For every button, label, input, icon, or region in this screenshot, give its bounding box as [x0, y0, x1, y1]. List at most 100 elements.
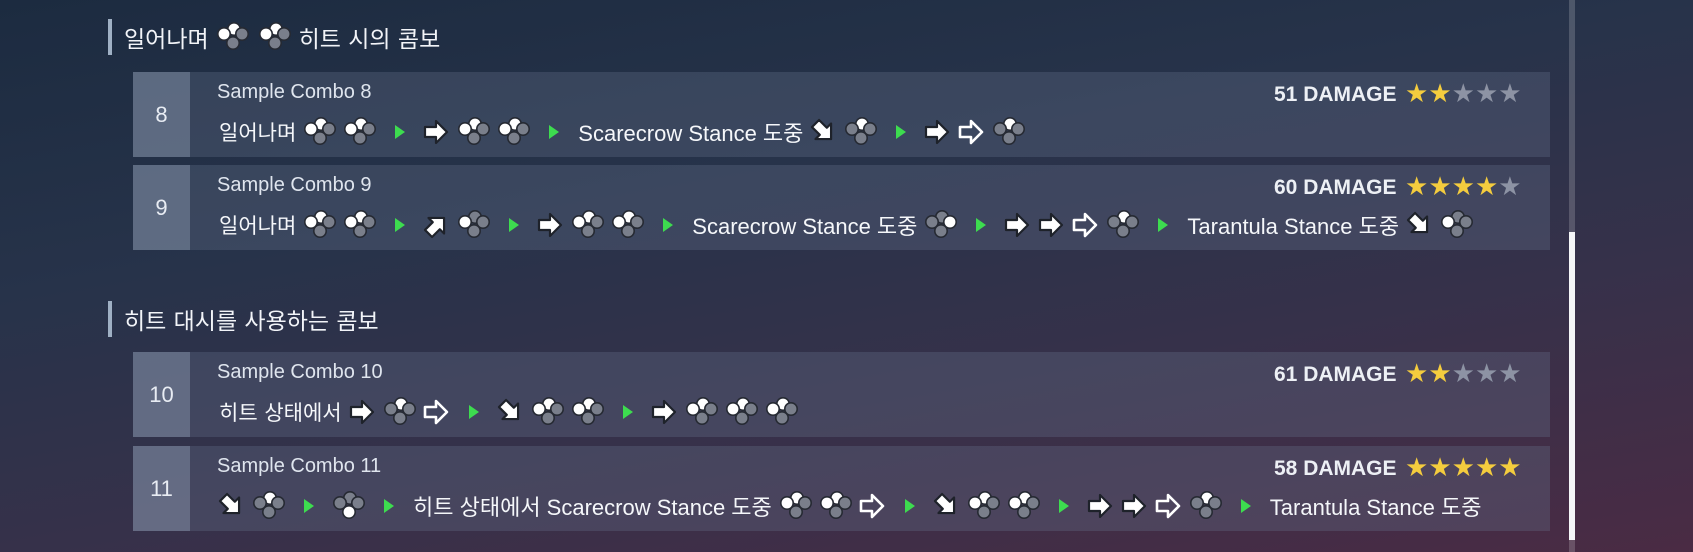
sequence-text: 히트 상태에서 Scarecrow Stance 도중: [413, 495, 772, 520]
combo-damage: 51 DAMAGE: [1274, 83, 1397, 106]
combo-name: Sample Combo 8: [217, 81, 372, 103]
button-4-icon: [923, 209, 959, 241]
combo-card[interactable]: 11 Sample Combo 11 58 DAMAGE ★ ★ ★ ★ ★ 히트 상태에서 S…: [133, 446, 1550, 531]
star-icon: ★: [1451, 172, 1475, 202]
forward-hold-icon: [536, 210, 566, 240]
next-arrow-icon: [622, 404, 634, 420]
button-1-2-icon: [764, 396, 800, 428]
button-1-icon: [1439, 209, 1475, 241]
up-forward-hold-icon: [422, 210, 452, 240]
star-icon: ★: [1451, 79, 1475, 109]
scrollbar[interactable]: [1569, 0, 1575, 552]
sequence-text: Tarantula Stance 도중: [1187, 214, 1400, 239]
next-arrow-icon: [508, 217, 520, 233]
section-title: 히트 대시를 사용하는 콤보: [124, 309, 379, 335]
scrollbar-thumb[interactable]: [1569, 232, 1575, 540]
combo-sequence: 일어나며 Scarecrow Stance 도중 Tarantula Stance …: [217, 207, 1475, 243]
button-1-2-icon: [818, 490, 854, 522]
star-icon: ★: [1498, 453, 1522, 483]
button-1-2-icon: [302, 116, 338, 148]
button-2-icon: [843, 116, 879, 148]
button-1-2-icon: [610, 209, 646, 241]
next-arrow-icon: [548, 124, 560, 140]
down-forward-hold-icon: [1405, 210, 1435, 240]
difficulty-rating: ★ ★ ★ ★ ★: [1405, 79, 1522, 109]
section-title-suffix: 히트 시의 콤보: [298, 27, 441, 53]
forward-tap-icon: [858, 491, 888, 521]
star-icon: ★: [1498, 172, 1522, 202]
star-icon: ★: [1428, 79, 1452, 109]
button-1-2-icon: [342, 209, 378, 241]
next-arrow-icon: [394, 217, 406, 233]
combo-card[interactable]: 10 Sample Combo 10 61 DAMAGE ★ ★ ★ ★ ★ 히트 상태에서: [133, 352, 1550, 437]
combo-sequence: 히트 상태에서: [217, 394, 800, 430]
forward-hold-icon: [1086, 491, 1116, 521]
sequence-text: Tarantula Stance 도중: [1269, 495, 1482, 520]
star-icon: ★: [1428, 453, 1452, 483]
next-arrow-icon: [1240, 498, 1252, 514]
button-1-2-icon: [778, 490, 814, 522]
combo-number: 9: [133, 165, 190, 250]
next-arrow-icon: [394, 124, 406, 140]
button-1-2-icon: [724, 396, 760, 428]
button-1-2-icon: [570, 396, 606, 428]
button-1-2-icon: [1006, 490, 1042, 522]
sequence-text: 히트 상태에서: [219, 401, 342, 425]
combo-number: 8: [133, 72, 190, 157]
down-forward-hold-icon: [217, 491, 247, 521]
forward-hold-icon: [1003, 210, 1033, 240]
button-2-icon: [991, 116, 1027, 148]
sequence-text: 일어나며: [219, 214, 297, 238]
star-icon: ★: [1405, 79, 1429, 109]
section-title-prefix: 일어나며: [124, 27, 209, 53]
button-1-2-icon: [570, 209, 606, 241]
next-arrow-icon: [383, 498, 395, 514]
forward-tap-icon: [957, 117, 987, 147]
section-header-hit-dash: 히트 대시를 사용하는 콤보: [108, 301, 379, 337]
combo-number: 10: [133, 352, 190, 437]
button-3-icon: [331, 490, 367, 522]
combo-name: Sample Combo 9: [217, 174, 372, 196]
combo-name: Sample Combo 11: [217, 455, 382, 477]
star-icon: ★: [1451, 453, 1475, 483]
star-icon: ★: [1474, 453, 1499, 483]
button-1-2-icon: [215, 21, 251, 53]
forward-hold-icon: [1037, 210, 1067, 240]
next-arrow-icon: [468, 404, 480, 420]
combo-number: 11: [133, 446, 190, 531]
next-arrow-icon: [904, 498, 916, 514]
forward-hold-icon: [348, 397, 378, 427]
combo-damage: 61 DAMAGE: [1274, 363, 1397, 386]
combo-sequence: 일어나며 Scarecrow Stance 도중: [217, 114, 1027, 150]
button-1-2-icon: [257, 21, 293, 53]
combo-card[interactable]: 9 Sample Combo 9 60 DAMAGE ★ ★ ★ ★ ★ 일어나며 Scarecr…: [133, 165, 1550, 250]
button-2-icon: [1188, 490, 1224, 522]
star-icon: ★: [1474, 79, 1499, 109]
next-arrow-icon: [1157, 217, 1169, 233]
forward-hold-icon: [422, 117, 452, 147]
star-icon: ★: [1498, 359, 1522, 389]
forward-hold-icon: [1120, 491, 1150, 521]
combo-damage: 60 DAMAGE: [1274, 176, 1397, 199]
button-2-icon: [251, 490, 287, 522]
button-2-icon: [382, 396, 418, 428]
forward-hold-icon: [650, 397, 680, 427]
combo-card[interactable]: 8 Sample Combo 8 51 DAMAGE ★ ★ ★ ★ ★ 일어나며 Scarecr…: [133, 72, 1550, 157]
button-1-2-icon: [684, 396, 720, 428]
down-forward-hold-icon: [932, 491, 962, 521]
button-1-icon: [456, 209, 492, 241]
star-icon: ★: [1428, 172, 1452, 202]
section-header-wakeup: 일어나며 히트 시의 콤보: [108, 19, 440, 55]
down-forward-hold-icon: [496, 397, 526, 427]
button-1-2-icon: [342, 116, 378, 148]
difficulty-rating: ★ ★ ★ ★ ★: [1405, 359, 1522, 389]
forward-tap-icon: [1154, 491, 1184, 521]
button-1-2-icon: [302, 209, 338, 241]
button-1-2-icon: [496, 116, 532, 148]
star-icon: ★: [1428, 359, 1452, 389]
next-arrow-icon: [975, 217, 987, 233]
next-arrow-icon: [1058, 498, 1070, 514]
sequence-text: Scarecrow Stance 도중: [692, 214, 918, 239]
star-icon: ★: [1474, 172, 1499, 202]
button-1-2-icon: [530, 396, 566, 428]
